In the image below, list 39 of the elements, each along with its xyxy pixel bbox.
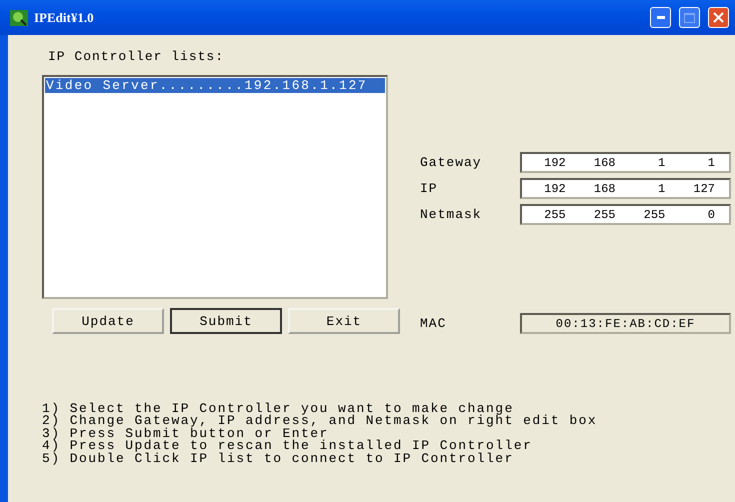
maximize-button[interactable] (679, 7, 700, 28)
octet-value: 255 (543, 208, 567, 222)
app-icon (10, 10, 28, 26)
instruction-line: 5) Double Click IP list to connect to IP Controller (42, 452, 514, 466)
ip-field[interactable]: 192 168 1 127 (520, 178, 731, 199)
minimize-icon (656, 16, 664, 19)
octet-value: 1 (657, 156, 666, 170)
action-button[interactable]: Update (52, 308, 164, 334)
instruction-line: 4) Press Update to rescan the installed IP Controller (42, 440, 532, 453)
close-button[interactable] (708, 7, 729, 28)
action-button[interactable]: Submit (170, 308, 282, 334)
list-label: IP Controller lists: (47, 49, 226, 64)
field-label: MAC (419, 316, 448, 331)
maximize-icon (684, 12, 695, 22)
octet-value: 192 (543, 182, 567, 196)
octet-value: 192 (543, 156, 567, 170)
action-button[interactable]: Exit (288, 308, 400, 334)
field-label: Gateway (419, 155, 483, 170)
mac-field: 00:13:FE:AB:CD:EF (520, 313, 731, 334)
ip-field[interactable]: 255 255 255 0 (520, 204, 731, 225)
field-label: Netmask (419, 207, 483, 222)
octet-value: 255 (592, 208, 616, 222)
minimize-button[interactable] (650, 7, 671, 28)
instruction-line: 2) Change Gateway, IP address, and Netmask on right edit box (42, 415, 598, 428)
instruction-line: 3) Press Submit button or Enter (42, 428, 329, 440)
field-label: IP (419, 181, 439, 196)
octet-value: 168 (592, 156, 616, 170)
close-icon (713, 12, 724, 23)
controller-list[interactable]: Video Server.........192.168.1.127 (42, 75, 388, 299)
octet-value: 255 (642, 208, 666, 222)
window-title: IPEdit¥1.0 (34, 10, 95, 26)
ip-field[interactable]: 192 168 1 1 (520, 152, 731, 173)
list-item[interactable]: Video Server.........192.168.1.127 (45, 78, 385, 93)
octet-value: 168 (592, 182, 616, 196)
octet-value: 1 (706, 156, 716, 170)
instruction-line: 1) Select the IP Controller you want to make change (42, 402, 514, 416)
octet-value: 0 (706, 208, 716, 222)
octet-value: 127 (692, 182, 716, 196)
octet-value: 1 (657, 182, 666, 196)
